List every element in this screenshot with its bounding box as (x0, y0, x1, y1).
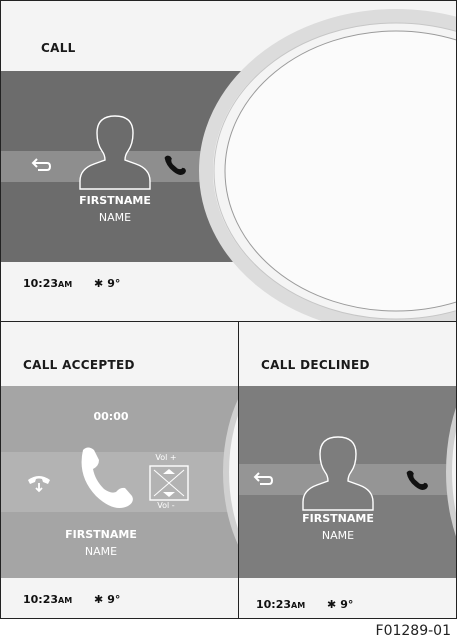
figure-code: F01289-01 (375, 623, 451, 639)
answer-phone-icon[interactable] (163, 152, 187, 178)
hang-up-icon[interactable] (26, 472, 52, 494)
call-timer: 00:00 (93, 410, 129, 423)
clock-ampm: AM (58, 280, 73, 289)
contact-firstname: FIRSTNAME (302, 512, 374, 525)
bluetooth-icon: ✱ (327, 598, 337, 611)
volume-up-label: Vol + (155, 453, 177, 462)
clock-ampm: AM (58, 596, 73, 605)
call-declined-screen: CALL DECLINED FIRSTNAME NAME 10:23AM ✱ 9° (238, 321, 457, 619)
temperature: 9° (340, 598, 354, 611)
volume-down-label: Vol - (157, 501, 175, 510)
volume-control[interactable] (149, 465, 189, 501)
status-bar: 10:23AM ✱ 9° (23, 277, 120, 290)
active-call-phone-icon (81, 447, 133, 509)
clock-time: 10:23 (23, 593, 59, 606)
dial-arc-decoration (199, 9, 456, 321)
contact-avatar-icon (302, 436, 374, 511)
call-screen: CALL FIRSTNAME NAME 10:23AM ✱ 9° (0, 0, 457, 322)
back-icon[interactable] (253, 470, 275, 488)
call-accepted-screen: CALL ACCEPTED 00:00 Vol + Vol - FIRSTNAM… (0, 321, 239, 619)
clock-ampm: AM (291, 601, 306, 610)
contact-avatar-icon (79, 115, 151, 190)
contact-name: NAME (84, 545, 118, 558)
back-icon[interactable] (31, 156, 53, 174)
temperature: 9° (107, 277, 121, 290)
clock-time: 10:23 (256, 598, 292, 611)
clock-time: 10:23 (23, 277, 59, 290)
contact-firstname: FIRSTNAME (79, 194, 151, 207)
bluetooth-icon: ✱ (94, 593, 104, 606)
status-bar: 10:23AM ✱ 9° (256, 598, 353, 611)
contact-name: NAME (321, 529, 355, 542)
status-bar: 10:23AM ✱ 9° (23, 593, 120, 606)
contact-firstname: FIRSTNAME (65, 528, 137, 541)
temperature: 9° (107, 593, 121, 606)
contact-name: NAME (98, 211, 132, 224)
answer-phone-icon[interactable] (405, 467, 429, 493)
bluetooth-icon: ✱ (94, 277, 104, 290)
